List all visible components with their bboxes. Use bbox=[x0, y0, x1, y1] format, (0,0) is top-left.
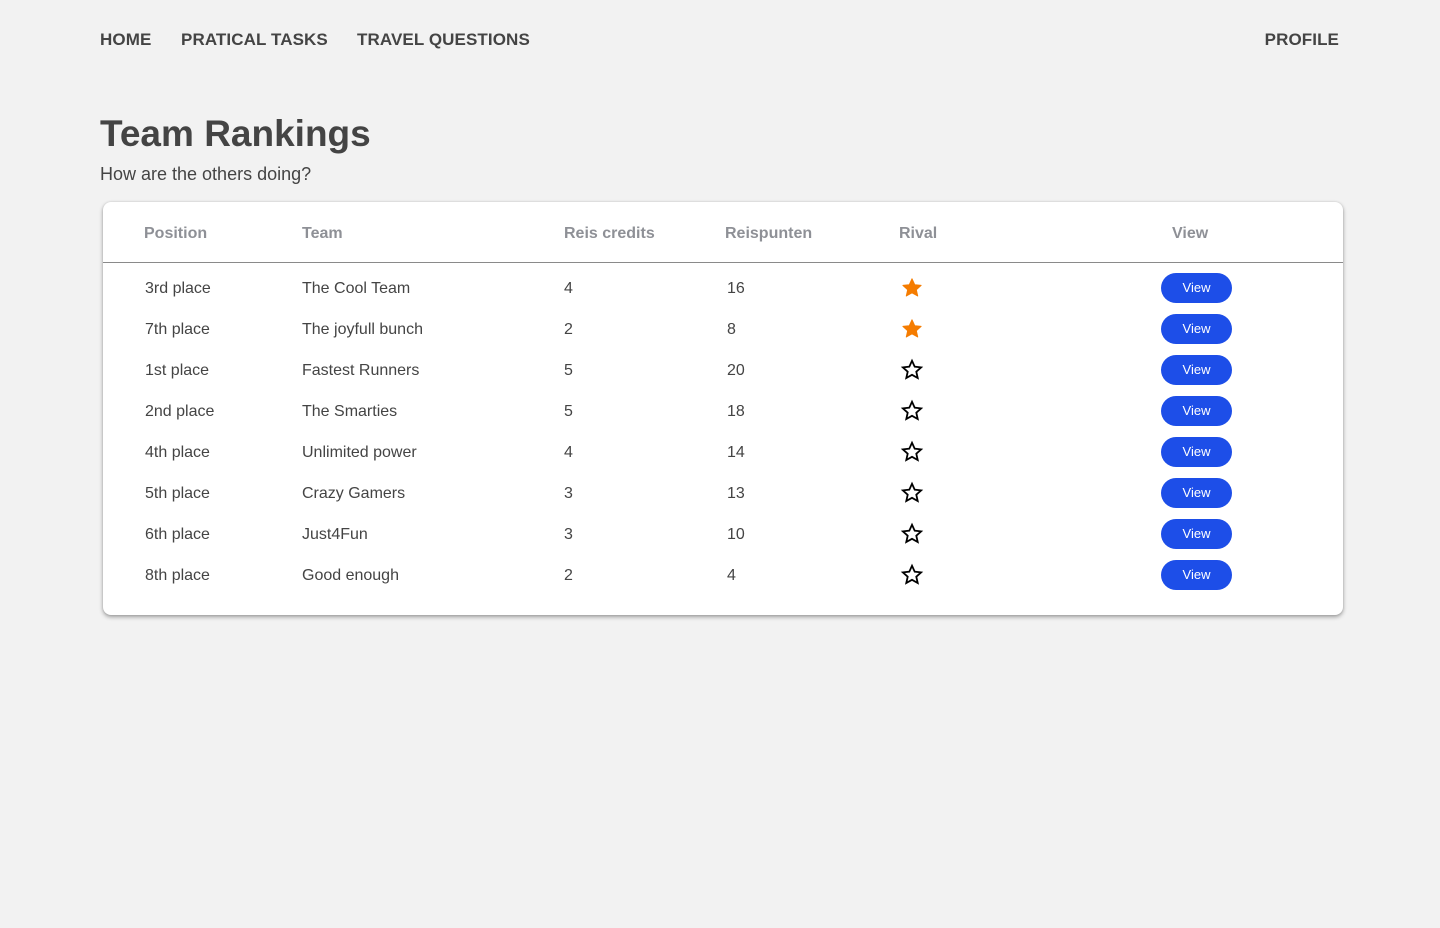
cell-reis-credits: 4 bbox=[564, 444, 573, 461]
cell-position: 6th place bbox=[145, 526, 210, 543]
view-team-button[interactable]: View bbox=[1161, 519, 1232, 549]
cell-reispunten: 4 bbox=[727, 567, 736, 584]
table-row: 7th place The joyfull bunch 2 8 View bbox=[103, 309, 1343, 350]
page-title: Team Rankings bbox=[100, 113, 371, 154]
star-filled-icon[interactable] bbox=[900, 276, 924, 300]
cell-reis-credits: 4 bbox=[564, 280, 573, 297]
cell-team: The joyfull bunch bbox=[302, 321, 423, 338]
cell-reispunten: 14 bbox=[727, 444, 745, 461]
star-outline-icon[interactable] bbox=[900, 399, 924, 423]
star-filled-icon[interactable] bbox=[900, 317, 924, 341]
view-team-button[interactable]: View bbox=[1161, 478, 1232, 508]
cell-position: 5th place bbox=[145, 485, 210, 502]
cell-reispunten: 10 bbox=[727, 526, 745, 543]
cell-reis-credits: 2 bbox=[564, 321, 573, 338]
column-header-team: Team bbox=[302, 225, 343, 242]
cell-reispunten: 8 bbox=[727, 321, 736, 338]
cell-team: Good enough bbox=[302, 567, 399, 584]
nav-practical-tasks-link[interactable]: PRATICAL TASKS bbox=[181, 30, 328, 50]
column-header-view: View bbox=[1172, 225, 1209, 242]
view-team-button[interactable]: View bbox=[1161, 314, 1232, 344]
top-navigation: HOME PRATICAL TASKS TRAVEL QUESTIONS PRO… bbox=[0, 0, 1440, 80]
cell-reispunten: 16 bbox=[727, 280, 745, 297]
cell-team: The Smarties bbox=[302, 403, 398, 420]
cell-team: Crazy Gamers bbox=[302, 485, 406, 502]
cell-position: 8th place bbox=[145, 567, 210, 584]
cell-team: Unlimited power bbox=[302, 444, 417, 461]
star-outline-icon[interactable] bbox=[900, 522, 924, 546]
table-header: Position Team Reis credits Reispunten Ri… bbox=[103, 202, 1343, 263]
cell-reis-credits: 3 bbox=[564, 485, 573, 502]
cell-position: 3rd place bbox=[145, 280, 211, 297]
nav-travel-questions-link[interactable]: TRAVEL QUESTIONS bbox=[357, 30, 530, 50]
cell-team: Just4Fun bbox=[302, 526, 368, 543]
nav-profile-link[interactable]: PROFILE bbox=[1265, 30, 1339, 50]
cell-reis-credits: 5 bbox=[564, 362, 573, 379]
star-outline-icon[interactable] bbox=[900, 440, 924, 464]
table-row: 2nd place The Smarties 5 18 View bbox=[103, 391, 1343, 432]
table-row: 5th place Crazy Gamers 3 13 View bbox=[103, 473, 1343, 514]
view-team-button[interactable]: View bbox=[1161, 560, 1232, 590]
view-team-button[interactable]: View bbox=[1161, 437, 1232, 467]
view-team-button[interactable]: View bbox=[1161, 355, 1232, 385]
cell-position: 4th place bbox=[145, 444, 210, 461]
cell-reispunten: 18 bbox=[727, 403, 745, 420]
cell-reis-credits: 2 bbox=[564, 567, 573, 584]
cell-team: Fastest Runners bbox=[302, 362, 420, 379]
cell-team: The Cool Team bbox=[302, 280, 411, 297]
table-body: 3rd place The Cool Team 4 16 View 7th pl… bbox=[103, 268, 1343, 596]
table-row: 3rd place The Cool Team 4 16 View bbox=[103, 268, 1343, 309]
column-header-reis-credits: Reis credits bbox=[564, 225, 655, 242]
view-team-button[interactable]: View bbox=[1161, 396, 1232, 426]
table-row: 1st place Fastest Runners 5 20 View bbox=[103, 350, 1343, 391]
cell-position: 7th place bbox=[145, 321, 210, 338]
rankings-table-card: Position Team Reis credits Reispunten Ri… bbox=[103, 202, 1343, 615]
column-header-position: Position bbox=[144, 225, 208, 242]
cell-reispunten: 13 bbox=[727, 485, 745, 502]
column-header-rival: Rival bbox=[899, 225, 938, 242]
nav-home-link[interactable]: HOME bbox=[100, 30, 151, 50]
star-outline-icon[interactable] bbox=[900, 481, 924, 505]
page-subtitle: How are the others doing? bbox=[100, 164, 312, 184]
star-outline-icon[interactable] bbox=[900, 563, 924, 587]
cell-position: 2nd place bbox=[145, 403, 215, 420]
cell-position: 1st place bbox=[145, 362, 210, 379]
star-outline-icon[interactable] bbox=[900, 358, 924, 382]
column-header-reispunten: Reispunten bbox=[725, 225, 813, 242]
table-row: 6th place Just4Fun 3 10 View bbox=[103, 514, 1343, 555]
table-row: 8th place Good enough 2 4 View bbox=[103, 555, 1343, 596]
table-row: 4th place Unlimited power 4 14 View bbox=[103, 432, 1343, 473]
view-team-button[interactable]: View bbox=[1161, 273, 1232, 303]
cell-reispunten: 20 bbox=[727, 362, 745, 379]
cell-reis-credits: 3 bbox=[564, 526, 573, 543]
cell-reis-credits: 5 bbox=[564, 403, 573, 420]
